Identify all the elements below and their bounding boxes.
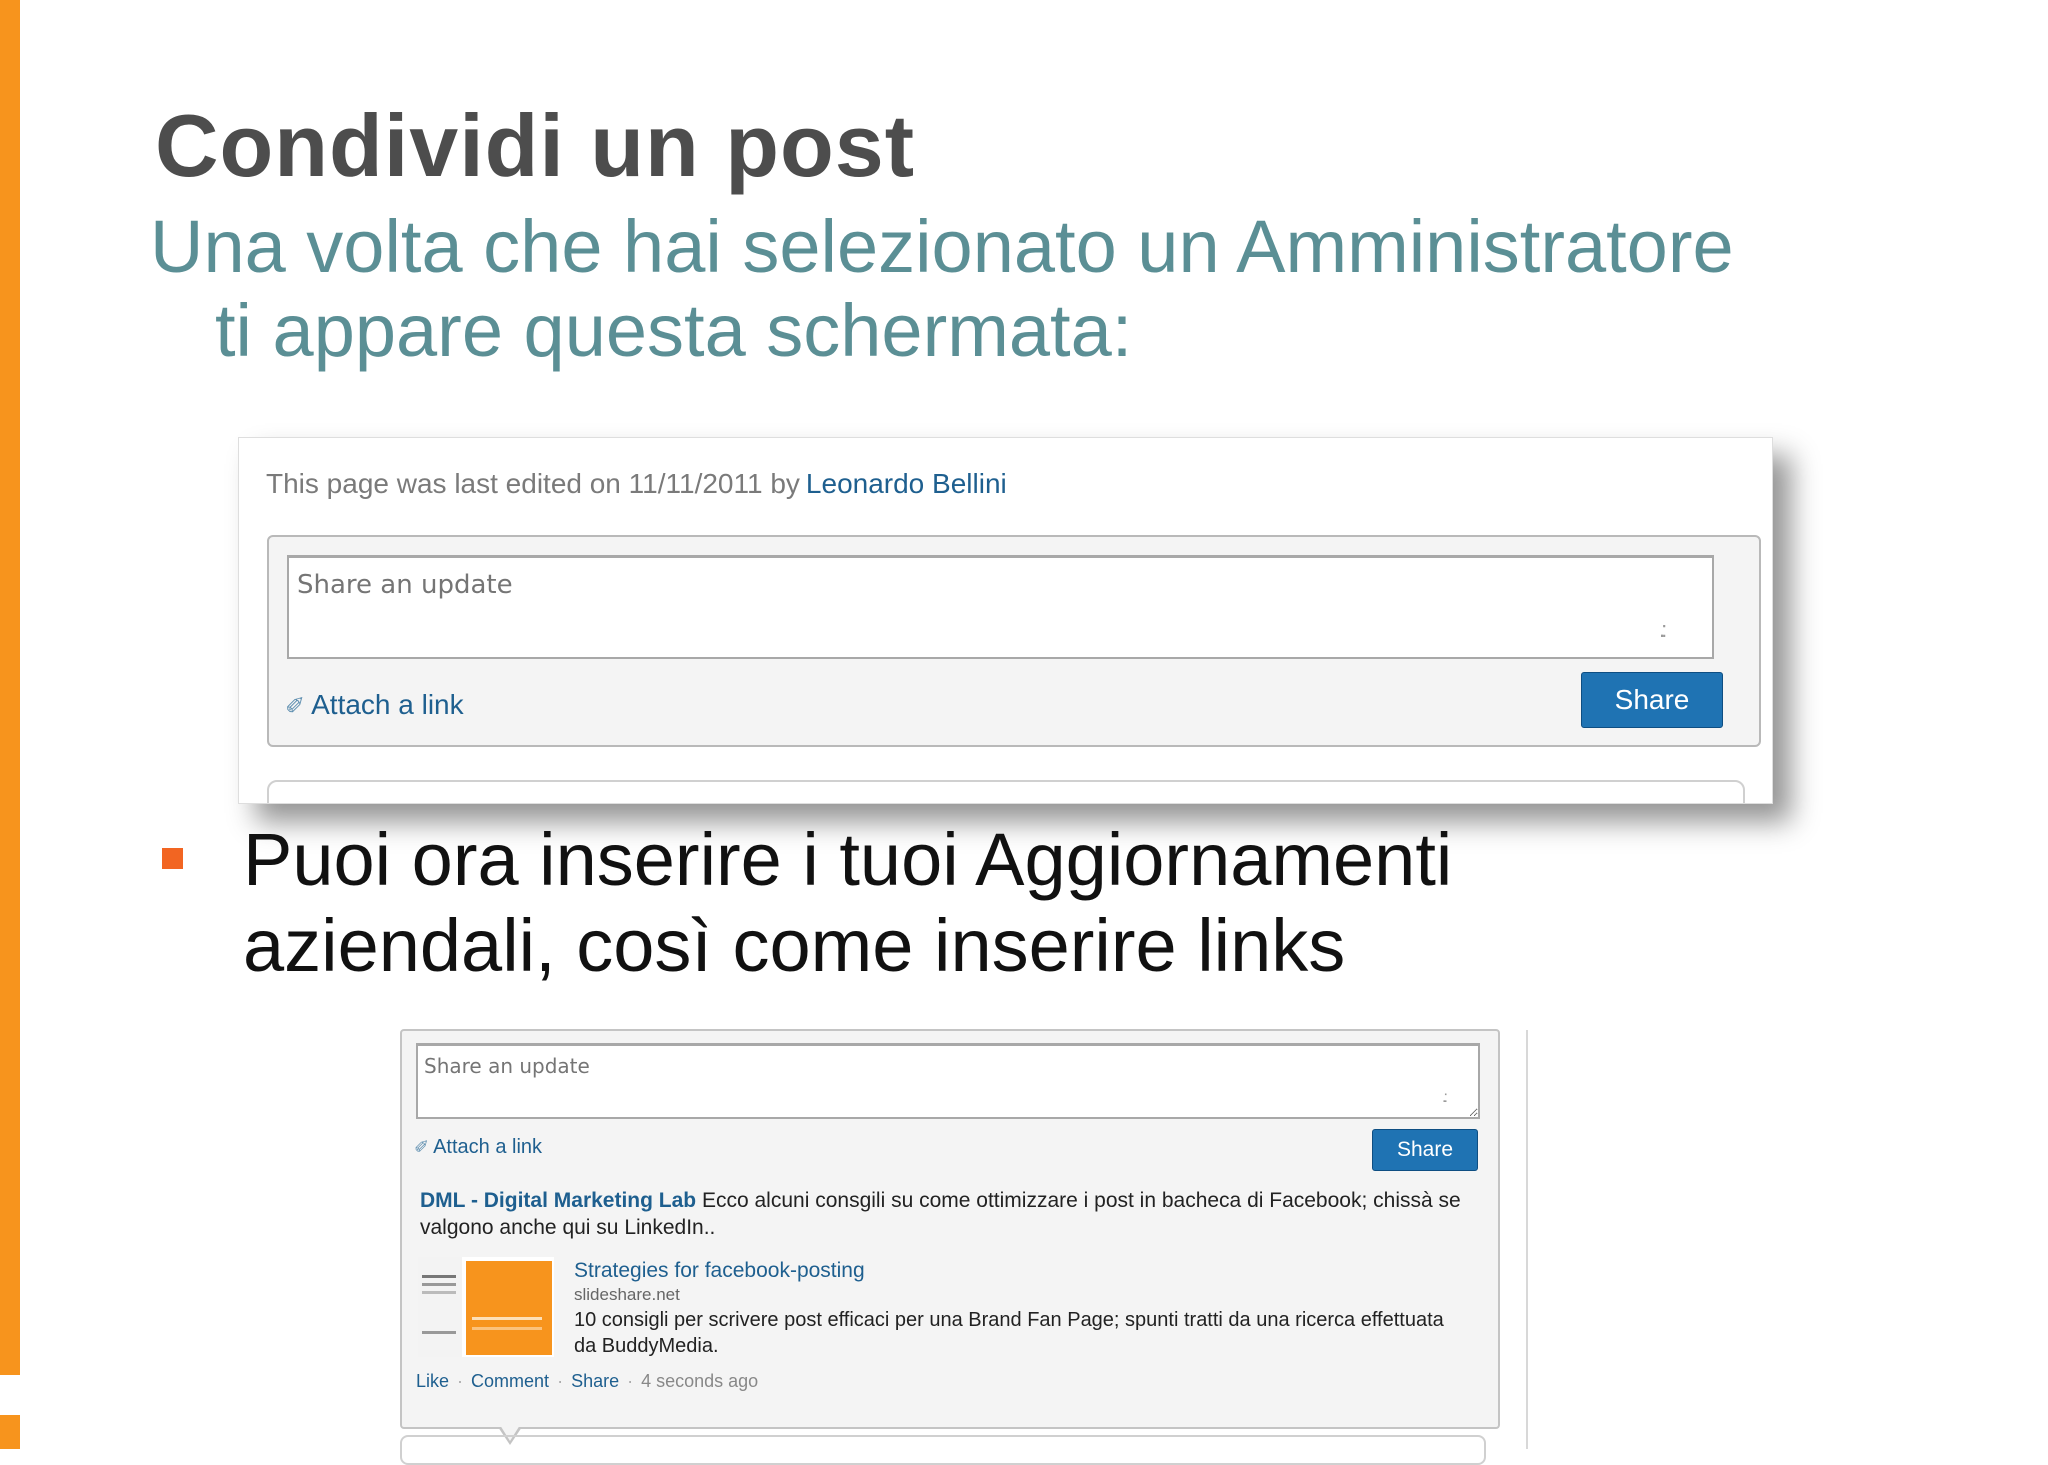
like-link[interactable]: Like: [416, 1371, 449, 1391]
paperclip-icon: ✐: [414, 1137, 430, 1157]
next-panel-edge: [400, 1435, 1486, 1465]
slide-title: Condividi un post: [155, 96, 916, 195]
screenshot-share-box: This page was last edited on 11/11/2011 …: [238, 437, 1773, 804]
screenshot-posted-update: .: ✐Attach a link Share DML - Digital Ma…: [400, 1029, 1500, 1445]
next-panel-edge: [267, 780, 1745, 803]
last-edited-note: This page was last edited on 11/11/2011 …: [266, 468, 1007, 500]
attach-link-button-2[interactable]: ✐ Attach a link: [414, 1136, 542, 1159]
thumbnail-page-orange: [466, 1261, 552, 1355]
bullet-line-2: aziendali, così come inserire links: [243, 904, 1346, 987]
bullet-text: Puoi ora inserire i tuoi Aggiornamenti a…: [243, 817, 1893, 989]
editor-link[interactable]: Leonardo Bellini: [806, 468, 1007, 499]
bullet-line-1: Puoi ora inserire i tuoi Aggiornamenti: [243, 818, 1453, 901]
post-text: DML - Digital Marketing Lab Ecco alcuni …: [420, 1187, 1480, 1241]
separator-dot: ·: [457, 1371, 464, 1391]
separator-dot: ·: [627, 1371, 634, 1391]
comment-link[interactable]: Comment: [471, 1371, 549, 1391]
share-link[interactable]: Share: [571, 1371, 619, 1391]
post-actions: Like · Comment · Share · 4 seconds ago: [416, 1371, 758, 1392]
share-button[interactable]: Share: [1581, 672, 1723, 728]
last-edited-text: This page was last edited on 11/11/2011 …: [266, 468, 800, 499]
bullet-square: [162, 848, 183, 869]
subtitle-line-2: ti appare questa schermata:: [215, 289, 1133, 372]
screenshot-edge: [1526, 1030, 1528, 1449]
share-button-2[interactable]: Share: [1372, 1129, 1478, 1171]
attach-link-label-2: Attach a link: [433, 1136, 543, 1158]
share-update-input-2[interactable]: [416, 1043, 1480, 1119]
attach-link-label: Attach a link: [311, 689, 464, 720]
subtitle-line-1: Una volta che hai selezionato un Amminis…: [150, 205, 1734, 288]
post-timestamp: 4 seconds ago: [641, 1371, 759, 1391]
thumbnail-page-left: [418, 1257, 462, 1357]
link-thumbnail[interactable]: [418, 1257, 554, 1357]
share-update-panel: .: ✐Attach a link Share: [267, 535, 1761, 747]
link-title[interactable]: Strategies for facebook-posting: [574, 1259, 865, 1283]
link-domain: slideshare.net: [574, 1285, 680, 1304]
resize-grip-icon[interactable]: .:: [1659, 617, 1667, 643]
accent-bar: [0, 0, 20, 1375]
slide-subtitle: Una volta che hai selezionato un Amminis…: [150, 205, 1900, 373]
link-description: 10 consigli per scrivere post efficaci p…: [574, 1309, 1444, 1357]
resize-grip-icon[interactable]: .:: [1442, 1089, 1448, 1107]
attach-link-button[interactable]: ✐ Attach a link: [285, 689, 464, 721]
separator-dot: ·: [557, 1371, 564, 1391]
accent-bar-bottom: [0, 1415, 20, 1449]
paperclip-icon: ✐: [285, 693, 306, 720]
share-update-input[interactable]: [287, 555, 1714, 659]
post-author-link[interactable]: DML - Digital Marketing Lab: [420, 1189, 696, 1212]
